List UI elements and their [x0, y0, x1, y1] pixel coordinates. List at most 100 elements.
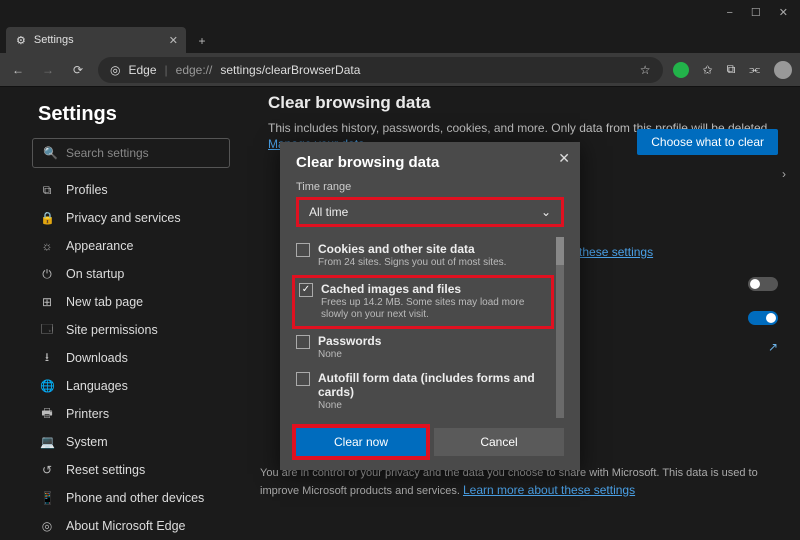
page-title: Clear browsing data [268, 93, 782, 113]
tab-settings[interactable]: ⚙ Settings ✕ [6, 27, 186, 53]
options-list[interactable]: Cookies and other site dataFrom 24 sites… [296, 237, 564, 418]
sidebar-item[interactable]: ⏻On startup [32, 260, 230, 288]
learn-more-link[interactable]: Learn more about these settings [463, 483, 635, 497]
new-tab-button[interactable]: + [190, 29, 214, 53]
sidebar-item[interactable]: 📱 Phone and other devices [32, 484, 230, 512]
window-title-bar: − ☐ ✕ [0, 0, 800, 25]
grammarly-icon[interactable] [673, 62, 689, 78]
time-range-select[interactable]: All time ⌄ [296, 197, 564, 227]
reading-icon[interactable]: ⫘ [749, 62, 760, 77]
sidebar-item-icon: 💻 [40, 435, 54, 449]
sidebar-item-icon: ⧉ [40, 183, 54, 198]
option-sub: None [318, 349, 550, 362]
profile-avatar[interactable] [774, 61, 792, 79]
clear-option[interactable]: PasswordsNone [296, 329, 550, 367]
sidebar-item-label: Reset settings [66, 463, 145, 477]
window-close-button[interactable]: ✕ [779, 6, 788, 19]
sidebar-item-icon: ↺ [40, 463, 54, 477]
time-range-label: Time range [296, 181, 564, 193]
edge-label: Edge [128, 63, 156, 77]
sidebar-item[interactable]: 🔒 Privacy and services [32, 204, 230, 232]
clear-now-button[interactable]: Clear now [296, 428, 426, 456]
sidebar-item-icon: 🔒 [40, 211, 54, 225]
toggle-off[interactable] [748, 277, 778, 291]
window-min-button[interactable]: − [726, 7, 732, 19]
search-input[interactable]: 🔍 Search settings [32, 138, 230, 168]
reload-button[interactable]: ⟳ [68, 63, 88, 77]
toggle-on[interactable] [748, 311, 778, 325]
favorites-icon[interactable]: ✩ [703, 63, 713, 77]
sidebar-item[interactable]: ◎ About Microsoft Edge [32, 512, 230, 540]
expand-chevron-icon[interactable]: › [782, 167, 786, 181]
sidebar-item[interactable]: 🌐 Languages [32, 372, 230, 400]
sidebar-item-icon: 🗔 [40, 320, 54, 341]
settings-sidebar: Settings 🔍 Search settings ⧉ Profiles 🔒 Pri… [0, 87, 250, 509]
option-title: Cached images and files [321, 282, 461, 296]
popout-icon[interactable]: ↗ [768, 340, 778, 354]
tab-title: Settings [34, 34, 74, 46]
back-button[interactable]: ← [8, 63, 28, 77]
sidebar-item[interactable]: 🖶 Printers [32, 400, 230, 428]
sidebar-item-icon: 🌐 [40, 379, 54, 393]
footer-text: You are in control of your privacy and t… [260, 466, 782, 499]
checkbox[interactable] [296, 335, 310, 349]
collections-icon[interactable]: ⧉ [727, 62, 736, 77]
sidebar-item-label: Profiles [66, 183, 108, 197]
sidebar-item-icon: 📱 [40, 491, 54, 505]
address-path: settings/clearBrowserData [220, 63, 360, 77]
sidebar-item[interactable]: ⊞New tab page [32, 288, 230, 316]
option-sub: From 24 sites. Signs you out of most sit… [318, 257, 550, 270]
sidebar-item-icon: ⊞ [40, 295, 54, 309]
sidebar-item[interactable]: 🗔 Site permissions [32, 316, 230, 344]
sidebar-item[interactable]: 💻 System [32, 428, 230, 456]
sidebar-item[interactable]: ☼ Appearance [32, 232, 230, 260]
dialog-close-button[interactable]: ✕ [558, 150, 570, 167]
checkbox[interactable] [296, 372, 310, 386]
checkbox[interactable]: ✓ [299, 283, 313, 297]
address-protocol: edge:// [176, 63, 213, 77]
search-icon: 🔍 [43, 146, 58, 160]
edge-icon: ◎ [110, 63, 120, 77]
clear-option[interactable]: Autofill form data (includes forms and c… [296, 366, 550, 418]
sidebar-item-label: Downloads [66, 351, 128, 365]
sidebar-item-label: Privacy and services [66, 211, 181, 225]
sidebar-title: Settings [38, 103, 230, 126]
sidebar-item-label: Languages [66, 379, 128, 393]
sidebar-item-icon: 🖶 [40, 404, 54, 425]
chevron-down-icon: ⌄ [541, 205, 551, 219]
cancel-button[interactable]: Cancel [434, 428, 564, 456]
option-sub: None [318, 400, 550, 413]
sidebar-item-label: System [66, 435, 108, 449]
sidebar-item[interactable]: ⧉ Profiles [32, 176, 230, 204]
sidebar-item-label: Printers [66, 407, 109, 421]
gear-icon: ⚙ [16, 34, 26, 47]
address-bar[interactable]: ◎ Edge | edge://settings/clearBrowserDat… [98, 57, 663, 83]
dialog-title: Clear browsing data [296, 154, 564, 171]
clear-option[interactable]: ✓ Cached images and filesFrees up 14.2 MB… [292, 275, 554, 329]
checkbox[interactable] [296, 243, 310, 257]
bookmark-star-icon[interactable]: ☆ [640, 63, 651, 77]
sidebar-item-label: About Microsoft Edge [66, 519, 186, 533]
option-title: Autofill form data (includes forms and c… [318, 371, 535, 399]
sidebar-item-label: Appearance [66, 239, 133, 253]
search-placeholder: Search settings [66, 146, 149, 160]
sidebar-item-icon: ⭳ [40, 348, 54, 369]
sidebar-item[interactable]: ⭳ Downloads [32, 344, 230, 372]
sidebar-item[interactable]: ↺ Reset settings [32, 456, 230, 484]
sidebar-item-label: Phone and other devices [66, 491, 204, 505]
sidebar-item-icon: ⏻ [40, 267, 54, 282]
clear-browsing-data-dialog: ✕ Clear browsing data Time range All tim… [280, 142, 580, 470]
sidebar-item-label: Site permissions [66, 323, 158, 337]
option-sub: Frees up 14.2 MB. Some sites may load mo… [321, 297, 547, 322]
tab-close-icon[interactable]: ✕ [169, 34, 178, 47]
window-max-button[interactable]: ☐ [751, 6, 761, 19]
option-title: Cookies and other site data [318, 242, 475, 256]
option-title: Passwords [318, 334, 381, 348]
sidebar-item-icon: ◎ [40, 519, 54, 533]
choose-what-to-clear-button[interactable]: Choose what to clear [637, 129, 778, 155]
sidebar-item-icon: ☼ [40, 239, 54, 253]
forward-button: → [38, 63, 58, 77]
tab-strip: ⚙ Settings ✕ + [0, 25, 800, 53]
clear-option[interactable]: Cookies and other site dataFrom 24 sites… [296, 237, 550, 275]
time-range-value: All time [309, 205, 348, 219]
